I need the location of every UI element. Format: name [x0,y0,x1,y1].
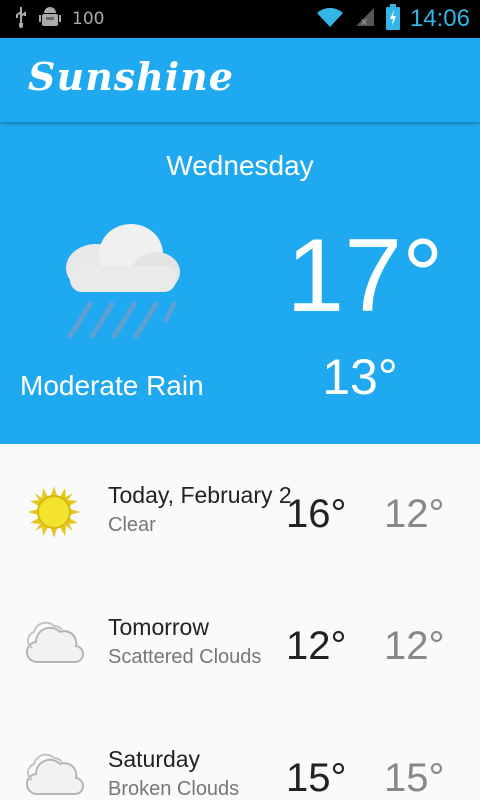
forecast-date: Tomorrow [108,614,209,640]
today-detail-panel[interactable]: Wednesday Moderate Rain 17° 13° [0,122,480,444]
forecast-list: Today, February 2 Clear 16° 12° Tomorrow… [0,444,480,800]
forecast-high: 16° [286,492,347,536]
action-bar: Sunshine [0,38,480,122]
forecast-row[interactable]: Today, February 2 Clear 16° 12° [0,444,480,576]
status-bar: 100 × 14:06 [0,0,480,38]
forecast-low: 15° [384,756,445,800]
forecast-low: 12° [384,624,445,668]
battery-charging-icon [385,4,400,34]
forecast-date: Saturday [108,746,201,772]
clock: 14:06 [409,5,470,32]
cloud-icon [26,750,85,800]
forecast-row[interactable]: Tomorrow Scattered Clouds 12° 12° [0,576,480,708]
today-day: Wednesday [166,150,314,181]
signal-icon: × [354,6,376,32]
status-right: × 14:06 [316,0,470,38]
forecast-row[interactable]: Saturday Broken Clouds 15° 15° [0,708,480,800]
forecast-date: Today, February 2 [108,482,292,508]
forecast-high: 12° [286,624,347,668]
today-low-temp: 13° [322,349,398,405]
forecast-description: Clear [108,514,156,536]
android-debug-icon [38,5,62,33]
rain-cloud-icon [56,220,186,340]
status-left: 100 [14,0,104,38]
usb-icon [14,6,28,32]
forecast-description: Scattered Clouds [108,646,262,668]
sun-icon [26,484,84,538]
forecast-high: 15° [286,756,347,800]
app-title: Sunshine [28,54,234,99]
battery-percent-text: 100 [72,9,105,29]
forecast-description: Broken Clouds [108,778,240,800]
today-description: Moderate Rain [20,370,204,401]
cloud-icon [26,618,85,670]
svg-text:×: × [360,17,368,28]
forecast-low: 12° [384,492,445,536]
today-high-temp: 17° [286,218,444,334]
wifi-icon [316,6,344,32]
